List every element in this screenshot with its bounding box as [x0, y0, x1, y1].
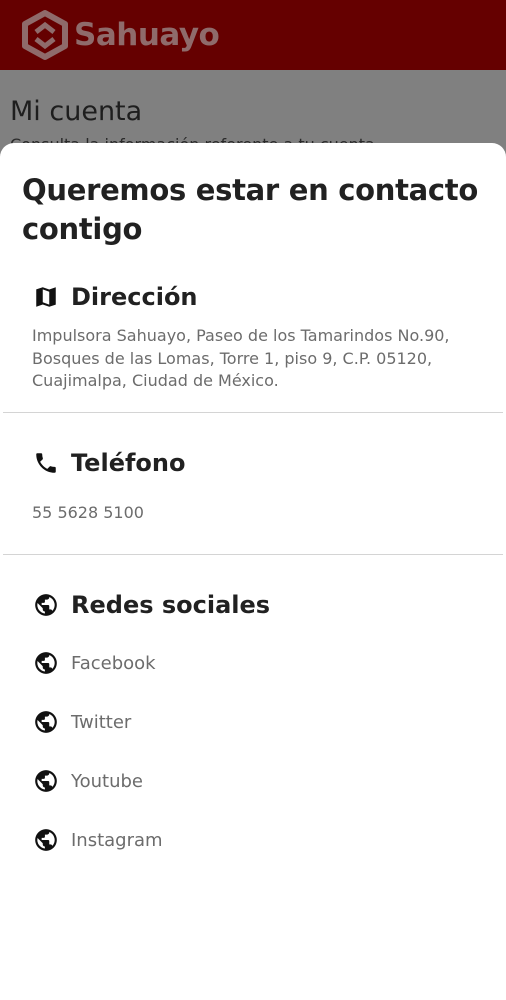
contact-bottom-sheet: Queremos estar en contacto contigo Direc… — [0, 143, 506, 1000]
map-icon — [36, 287, 56, 307]
brand-name: Sahuayo — [74, 17, 220, 53]
phone-number[interactable]: 55 5628 5100 — [32, 503, 144, 522]
globe-icon — [35, 829, 57, 851]
globe-icon — [35, 652, 57, 674]
sheet-title: Queremos estar en contacto contigo — [22, 173, 478, 246]
social-link-label: Youtube — [71, 770, 143, 792]
sahuayo-logo-icon — [22, 10, 68, 60]
social-link-facebook[interactable]: Facebook — [33, 650, 156, 676]
address-text: Impulsora Sahuayo, Paseo de los Tamarind… — [32, 326, 450, 390]
social-link-youtube[interactable]: Youtube — [33, 768, 143, 794]
address-heading: Dirección — [71, 283, 198, 311]
globe-icon — [35, 770, 57, 792]
globe-icon — [35, 594, 57, 616]
social-link-label: Facebook — [71, 652, 156, 674]
address-section-header: Dirección — [33, 283, 198, 311]
divider — [3, 412, 503, 413]
social-link-twitter[interactable]: Twitter — [33, 709, 131, 735]
social-heading: Redes sociales — [71, 591, 271, 619]
page-title: Mi cuenta — [10, 96, 143, 127]
app-bar: Sahuayo — [0, 0, 506, 70]
social-section-header: Redes sociales — [33, 591, 270, 619]
phone-section-header: Teléfono — [33, 449, 185, 477]
brand-logo: Sahuayo — [18, 8, 220, 62]
social-link-label: Instagram — [71, 829, 163, 851]
social-link-label: Twitter — [71, 711, 132, 733]
phone-heading: Teléfono — [71, 449, 186, 477]
divider — [3, 554, 503, 555]
phone-icon — [36, 453, 56, 473]
social-link-instagram[interactable]: Instagram — [33, 827, 163, 853]
globe-icon — [35, 711, 57, 733]
